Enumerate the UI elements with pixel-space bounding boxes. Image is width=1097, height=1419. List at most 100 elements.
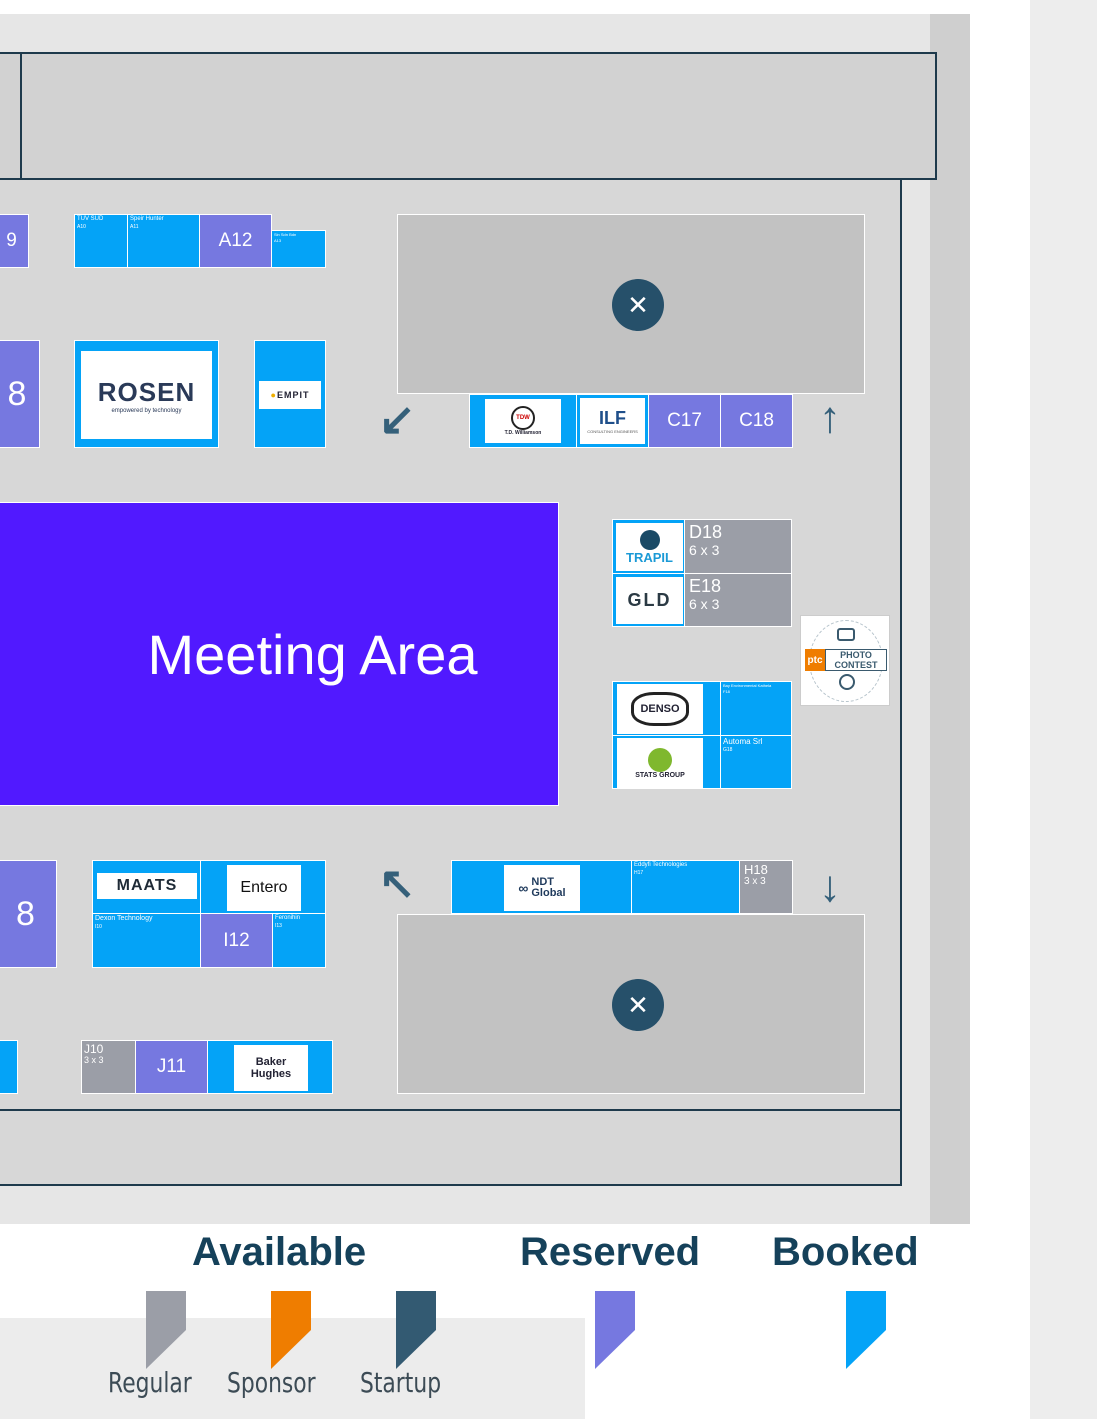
booth-b-left[interactable]: 8 (0, 340, 40, 448)
booth-g18-id: G18 (723, 747, 733, 753)
booth-baker-hughes[interactable]: Baker Hughes (207, 1040, 333, 1094)
booth-i10[interactable]: Dexon Technology I10 (92, 913, 201, 968)
booth-a11-id: A11 (130, 224, 139, 230)
booth-d18-size: 6 x 3 (689, 542, 720, 558)
stats-logo-text: STATS GROUP (635, 771, 685, 779)
stats-mark-icon (648, 747, 672, 772)
food-icon-glyph: ✕ (627, 289, 649, 320)
outer-walkway-right (930, 14, 970, 1224)
hall-top-bar (20, 52, 937, 180)
booth-b-left-label: 8 (7, 374, 27, 413)
legend-reserved-title: Reserved (520, 1230, 701, 1274)
photo-contest-line2: CONTEST (834, 660, 878, 670)
booth-e18-size: 6 x 3 (689, 596, 720, 612)
booth-e18[interactable]: E18 6 x 3 (684, 573, 792, 627)
booth-i13-id: I13 (275, 923, 282, 929)
tdw-logo-text: T.D. Williamson (504, 430, 542, 436)
trapil-mark-icon (639, 529, 660, 550)
booth-ilf[interactable]: ILF CONSULTING ENGINEERS (576, 394, 649, 448)
photo-contest-booth[interactable]: ptc PHOTO CONTEST (800, 615, 890, 706)
booth-a11-name: Speir Hunter (130, 216, 164, 222)
booth-denso[interactable]: DENSO (612, 681, 721, 736)
booth-empit[interactable]: ●EMPIT (254, 340, 326, 448)
booth-g18-name: Automa Srl (723, 737, 763, 746)
maats-logo-text: MAATS (116, 877, 178, 894)
booth-tdw[interactable]: TDW T.D. Williamson (469, 394, 577, 448)
baker-hughes-logo: Baker Hughes (234, 1045, 308, 1091)
booth-j-left[interactable] (0, 1040, 18, 1094)
booth-f18[interactable]: Bay Environmental Kathela F18 (720, 681, 792, 736)
booth-g18[interactable]: Automa Srl G18 (720, 735, 792, 789)
booth-i13[interactable]: Feronihin I13 (272, 913, 326, 968)
booth-j10[interactable]: J10 3 x 3 (81, 1040, 136, 1094)
booth-i-left[interactable]: 8 (0, 860, 57, 968)
rosen-tagline: empowered by technology (111, 407, 182, 414)
legend-booked-swatch (846, 1291, 886, 1369)
booth-maats[interactable]: MAATS (92, 860, 201, 914)
booth-gld[interactable]: GLD (612, 573, 685, 627)
arrow-down-icon: ↓ (819, 862, 841, 911)
booth-a12[interactable]: A12 (199, 214, 272, 268)
empit-logo: ●EMPIT (259, 381, 321, 409)
ilf-sub: CONSULTING ENGINEERS (587, 429, 638, 434)
booth-a9[interactable]: 9 (0, 214, 29, 268)
fork-spoon-icon: ✕ (612, 279, 664, 331)
booth-h17[interactable]: Eddyfi Technologies H17 (631, 860, 740, 914)
booth-d18[interactable]: D18 6 x 3 (684, 519, 792, 574)
booth-ndt-global[interactable]: ∞ NDT Global (451, 860, 632, 914)
booth-a13[interactable]: Sin Sdn Bdn A13 (271, 230, 326, 268)
right-road (1030, 0, 1097, 1419)
booth-h18[interactable]: H18 3 x 3 (739, 860, 793, 914)
denso-logo-text: DENSO (631, 692, 689, 726)
booth-j11-label: J11 (156, 1056, 187, 1077)
empit-logo-text: ●EMPIT (270, 390, 310, 400)
photo-contest-line1: PHOTO (840, 650, 872, 660)
booth-a11[interactable]: Speir Hunter A11 (127, 214, 200, 268)
arrow-up-icon: ↑ (819, 393, 841, 442)
photo-contest-text: PHOTO CONTEST (825, 649, 887, 671)
booth-a13-name: Sin Sdn Bdn (274, 232, 297, 237)
rosen-logo-text: ROSEN (97, 376, 196, 407)
booth-entero[interactable]: Entero (200, 860, 326, 914)
booth-stats[interactable]: STATS GROUP (612, 735, 721, 789)
fork-spoon-icon: ✕ (612, 979, 664, 1031)
gld-logo: GLD (616, 577, 683, 624)
booth-i10-id: I10 (95, 924, 102, 930)
meeting-area-label: Meeting Area (147, 622, 478, 686)
booth-i12-label: I12 (223, 929, 250, 951)
booth-e18-label: E18 (689, 576, 722, 596)
booth-j11[interactable]: J11 (135, 1040, 208, 1094)
booth-c17-label: C17 (667, 410, 702, 431)
booth-h18-label: H18 (744, 862, 768, 877)
ndt-line2: Global (531, 887, 566, 899)
booth-c17[interactable]: C17 (648, 394, 721, 448)
trapil-logo-text: TRAPIL (626, 549, 673, 565)
ndt-global-logo: ∞ NDT Global (504, 865, 580, 911)
tdw-logo: TDW T.D. Williamson (485, 399, 561, 443)
legend-sponsor-label: Sponsor (227, 1366, 316, 1399)
booth-c18[interactable]: C18 (720, 394, 793, 448)
booth-h17-id: H17 (634, 870, 644, 876)
arrow-up-left-icon: ↖ (378, 859, 416, 908)
entero-logo-text: Entero (240, 879, 288, 896)
booth-a10[interactable]: TUV SUD A10 (74, 214, 128, 268)
legend-startup-label: Startup (360, 1366, 442, 1399)
booth-a10-name: TUV SUD (77, 216, 104, 222)
booth-h18-size: 3 x 3 (744, 876, 766, 887)
booth-i12[interactable]: I12 (200, 913, 273, 968)
booth-c18-label: C18 (739, 410, 774, 431)
legend-booked-title: Booked (772, 1230, 919, 1274)
hall-bottom-divider (0, 1109, 900, 1111)
booth-d18-label: D18 (689, 522, 723, 542)
booth-rosen[interactable]: ROSEN empowered by technology (74, 340, 219, 448)
arrow-down-left-icon: ↙ (378, 395, 416, 444)
booth-j10-label: J10 (84, 1042, 104, 1056)
maats-logo: MAATS (97, 873, 197, 899)
photo-contest-badge: ptc (805, 649, 825, 671)
hall-top-left-bar (0, 52, 22, 180)
gld-logo-text: GLD (627, 590, 672, 610)
ilf-logo: ILF CONSULTING ENGINEERS (580, 398, 645, 444)
booth-a9-label: 9 (6, 230, 17, 251)
camera-icon (837, 628, 855, 641)
booth-trapil[interactable]: TRAPIL (612, 519, 685, 574)
